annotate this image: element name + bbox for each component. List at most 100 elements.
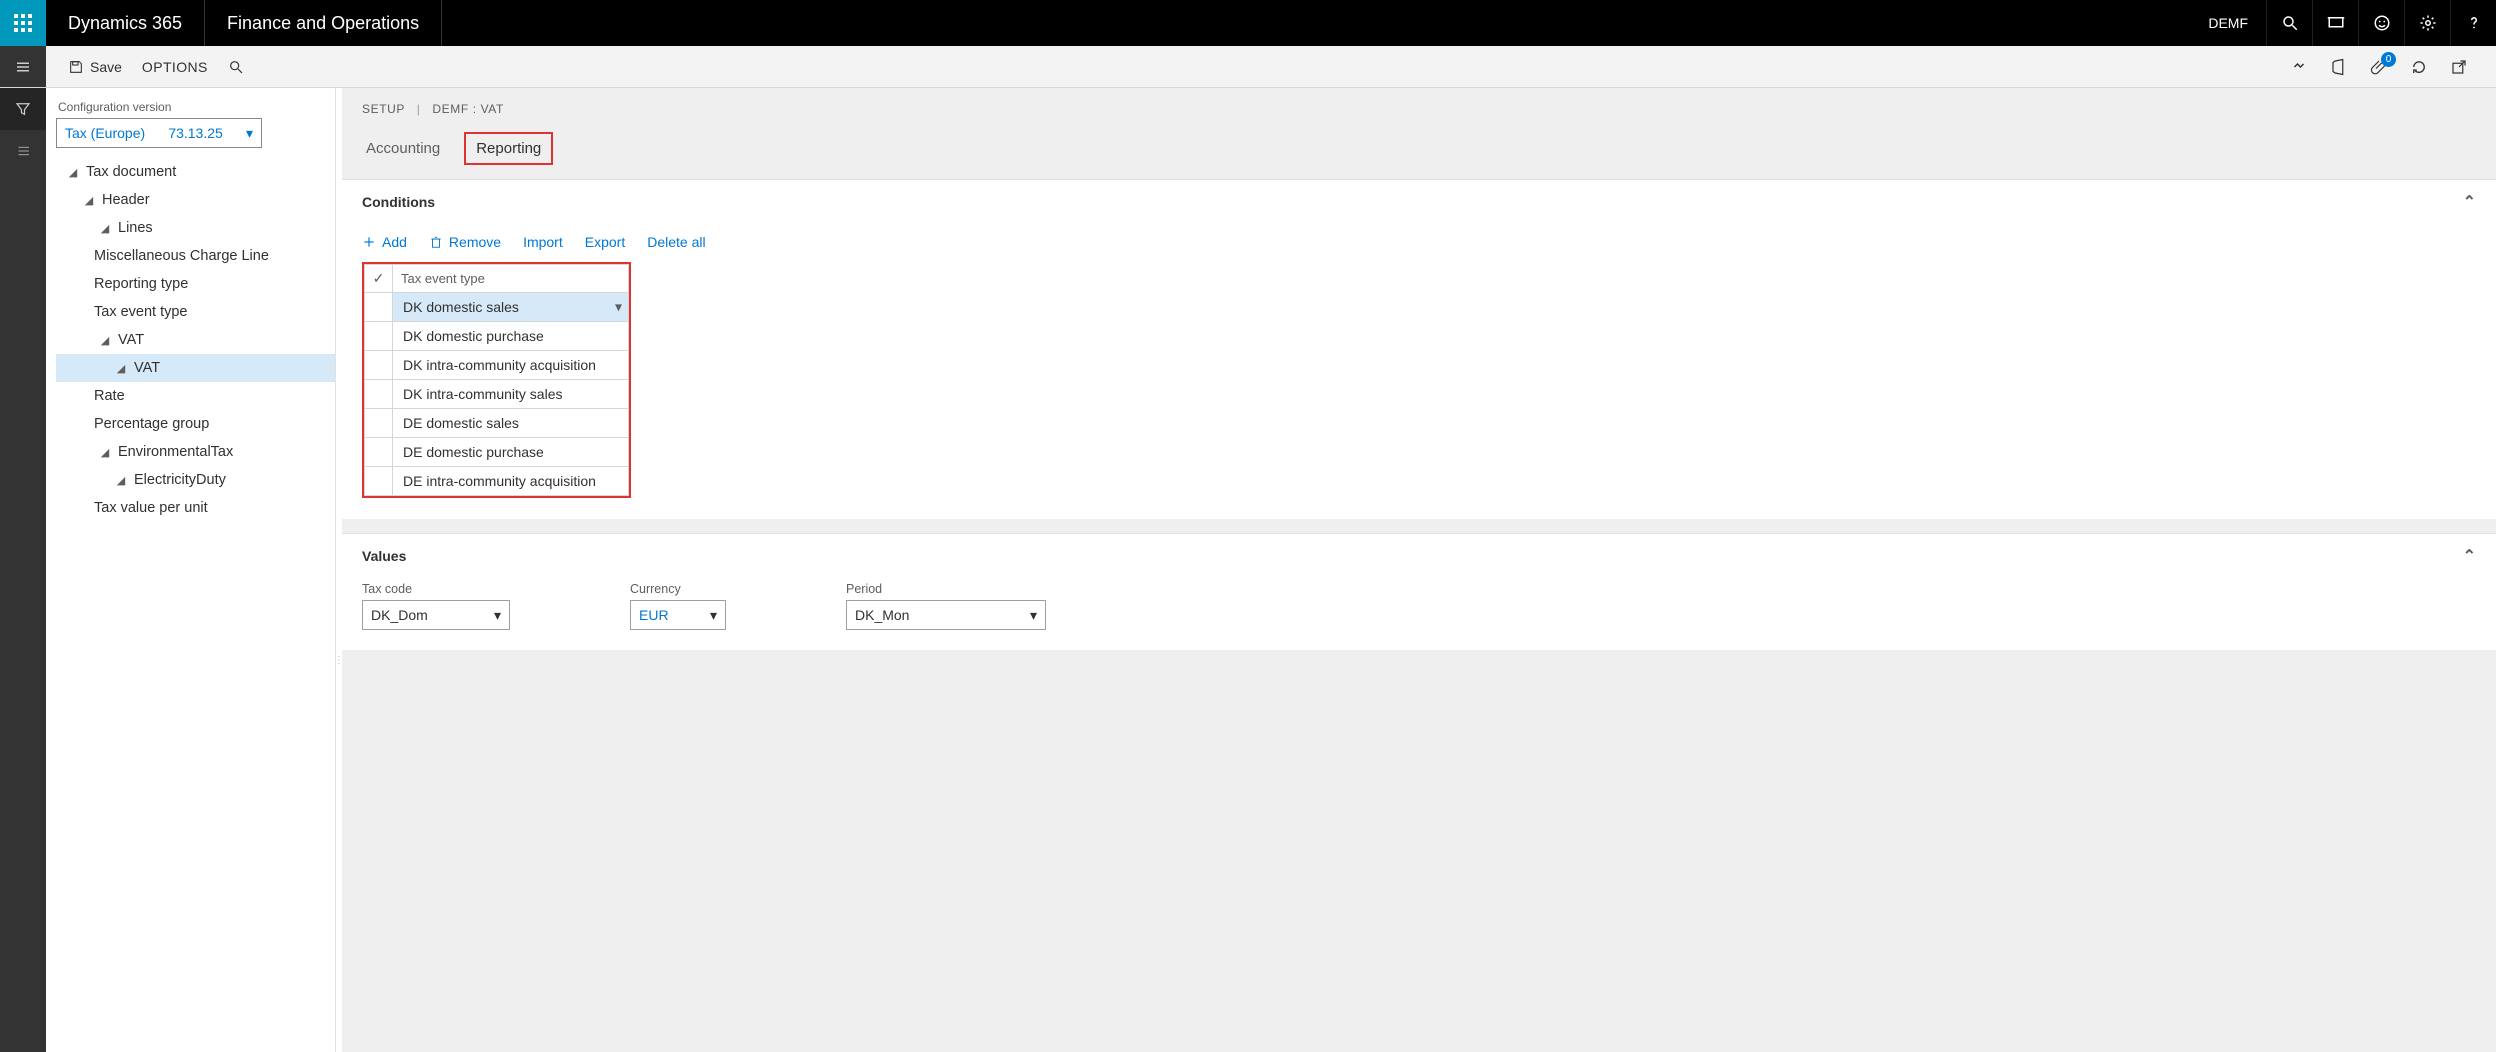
tree-node-electricity-duty[interactable]: ◢ElectricityDuty bbox=[56, 466, 335, 494]
rail-menu-button[interactable] bbox=[0, 46, 46, 87]
rail-filter-button[interactable] bbox=[0, 88, 46, 130]
help-button[interactable] bbox=[2450, 0, 2496, 46]
topbar: Dynamics 365 Finance and Operations DEMF bbox=[0, 0, 2496, 46]
currency-select[interactable]: EUR▾ bbox=[630, 600, 726, 630]
field-period: Period DK_Mon▾ bbox=[846, 582, 1046, 630]
settings-button[interactable] bbox=[2404, 0, 2450, 46]
table-row[interactable]: DK domestic purchase bbox=[365, 322, 629, 351]
actionbar-search-button[interactable] bbox=[220, 53, 252, 81]
app-launcher-button[interactable] bbox=[0, 0, 46, 46]
column-header-tax-event-type[interactable]: Tax event type bbox=[393, 265, 629, 293]
left-rail bbox=[0, 88, 46, 1052]
collapse-icon: ◢ bbox=[114, 473, 128, 487]
table-row[interactable]: DE domestic purchase bbox=[365, 438, 629, 467]
presentation-icon bbox=[2327, 14, 2345, 32]
delete-all-button[interactable]: Delete all bbox=[647, 234, 705, 250]
question-icon bbox=[2465, 14, 2483, 32]
tree: ◢Tax document ◢Header ◢Lines Miscellaneo… bbox=[56, 158, 335, 522]
add-button[interactable]: Add bbox=[362, 234, 407, 250]
collapse-icon: ◢ bbox=[114, 361, 128, 375]
panel-conditions-title: Conditions bbox=[362, 194, 435, 210]
table-row[interactable]: DK intra-community sales bbox=[365, 380, 629, 409]
panel-conditions-header[interactable]: Conditions ⌃ bbox=[342, 179, 2496, 224]
conditions-toolbar: Add Remove Import Export Delete all bbox=[342, 224, 2496, 262]
connector-button[interactable] bbox=[2290, 58, 2308, 76]
tab-accounting[interactable]: Accounting bbox=[362, 136, 444, 165]
tree-node-vat[interactable]: ◢VAT bbox=[56, 354, 335, 382]
collapse-icon: ◢ bbox=[82, 193, 96, 207]
panel-conditions: Conditions ⌃ Add Remove Import Export De… bbox=[342, 179, 2496, 519]
company-code[interactable]: DEMF bbox=[2190, 0, 2266, 46]
task-recorder-button[interactable] bbox=[2312, 0, 2358, 46]
tree-node-vat-group[interactable]: ◢VAT bbox=[56, 326, 335, 354]
tree-leaf-tax-value-per-unit[interactable]: Tax value per unit bbox=[56, 494, 335, 522]
export-button[interactable]: Export bbox=[585, 234, 625, 250]
config-version-select[interactable]: Tax (Europe) 73.13.25 ▾ bbox=[56, 118, 262, 148]
field-currency: Currency EUR▾ bbox=[630, 582, 726, 630]
content: SETUP | DEMF : VAT Accounting Reporting … bbox=[342, 88, 2496, 1052]
chevron-down-icon[interactable]: ▾ bbox=[615, 299, 622, 316]
config-version-number: 73.13.25 bbox=[168, 125, 223, 141]
conditions-table: ✓ Tax event type DK domestic sales▾ DK d… bbox=[364, 264, 629, 496]
chevron-up-icon: ⌃ bbox=[2463, 192, 2476, 212]
waffle-icon bbox=[14, 14, 32, 32]
period-select[interactable]: DK_Mon▾ bbox=[846, 600, 1046, 630]
popout-button[interactable] bbox=[2450, 58, 2468, 76]
actionbar-right: 0 bbox=[2290, 58, 2482, 76]
rail-list-button[interactable] bbox=[0, 130, 46, 172]
tree-node-tax-document[interactable]: ◢Tax document bbox=[56, 158, 335, 186]
feedback-button[interactable] bbox=[2358, 0, 2404, 46]
tree-leaf-rate[interactable]: Rate bbox=[56, 382, 335, 410]
office-icon bbox=[2330, 58, 2348, 76]
brand-name[interactable]: Dynamics 365 bbox=[46, 0, 205, 46]
plus-icon bbox=[362, 235, 376, 249]
breadcrumb: SETUP | DEMF : VAT bbox=[342, 88, 2496, 116]
tax-code-select[interactable]: DK_Dom▾ bbox=[362, 600, 510, 630]
panel-values: Values ⌃ Tax code DK_Dom▾ Currency EUR▾ … bbox=[342, 533, 2496, 650]
actionbar: Save OPTIONS 0 bbox=[46, 46, 2496, 87]
table-row[interactable]: DE intra-community acquisition bbox=[365, 467, 629, 496]
currency-label: Currency bbox=[630, 582, 726, 596]
collapse-icon: ◢ bbox=[98, 221, 112, 235]
tree-leaf-percentage-group[interactable]: Percentage group bbox=[56, 410, 335, 438]
connector-icon bbox=[2290, 58, 2308, 76]
nav-pane: Configuration version Tax (Europe) 73.13… bbox=[46, 88, 336, 1052]
refresh-button[interactable] bbox=[2410, 58, 2428, 76]
period-label: Period bbox=[846, 582, 1046, 596]
trash-icon bbox=[429, 235, 443, 249]
collapse-icon: ◢ bbox=[66, 165, 80, 179]
collapse-icon: ◢ bbox=[98, 445, 112, 459]
attachments-button[interactable]: 0 bbox=[2370, 58, 2388, 76]
collapse-icon: ◢ bbox=[98, 333, 112, 347]
tax-code-label: Tax code bbox=[362, 582, 510, 596]
office-button[interactable] bbox=[2330, 58, 2348, 76]
tree-node-lines[interactable]: ◢Lines bbox=[56, 214, 335, 242]
options-button[interactable]: OPTIONS bbox=[134, 53, 216, 81]
tree-leaf-reporting-type[interactable]: Reporting type bbox=[56, 270, 335, 298]
module-name[interactable]: Finance and Operations bbox=[205, 0, 442, 46]
chevron-down-icon: ▾ bbox=[1030, 607, 1037, 624]
tree-leaf-tax-event-type[interactable]: Tax event type bbox=[56, 298, 335, 326]
conditions-table-highlight: ✓ Tax event type DK domestic sales▾ DK d… bbox=[362, 262, 631, 498]
tree-node-environmental-tax[interactable]: ◢EnvironmentalTax bbox=[56, 438, 335, 466]
import-button[interactable]: Import bbox=[523, 234, 563, 250]
tab-reporting[interactable]: Reporting bbox=[464, 132, 553, 165]
actionbar-row: Save OPTIONS 0 bbox=[0, 46, 2496, 88]
field-tax-code: Tax code DK_Dom▾ bbox=[362, 582, 510, 630]
select-all-checkbox[interactable]: ✓ bbox=[365, 265, 393, 293]
panel-values-header[interactable]: Values ⌃ bbox=[342, 533, 2496, 578]
tree-leaf-misc-charge[interactable]: Miscellaneous Charge Line bbox=[56, 242, 335, 270]
save-label: Save bbox=[90, 59, 122, 75]
remove-button[interactable]: Remove bbox=[429, 234, 501, 250]
save-icon bbox=[68, 59, 84, 75]
tree-node-header[interactable]: ◢Header bbox=[56, 186, 335, 214]
table-row[interactable]: DK intra-community acquisition bbox=[365, 351, 629, 380]
gear-icon bbox=[2419, 14, 2437, 32]
breadcrumb-setup: SETUP bbox=[362, 102, 405, 116]
table-row[interactable]: DE domestic sales bbox=[365, 409, 629, 438]
chevron-down-icon: ▾ bbox=[246, 125, 253, 142]
search-button[interactable] bbox=[2266, 0, 2312, 46]
tabs: Accounting Reporting bbox=[342, 116, 2496, 165]
table-row[interactable]: DK domestic sales▾ bbox=[365, 293, 629, 322]
save-button[interactable]: Save bbox=[60, 53, 130, 81]
